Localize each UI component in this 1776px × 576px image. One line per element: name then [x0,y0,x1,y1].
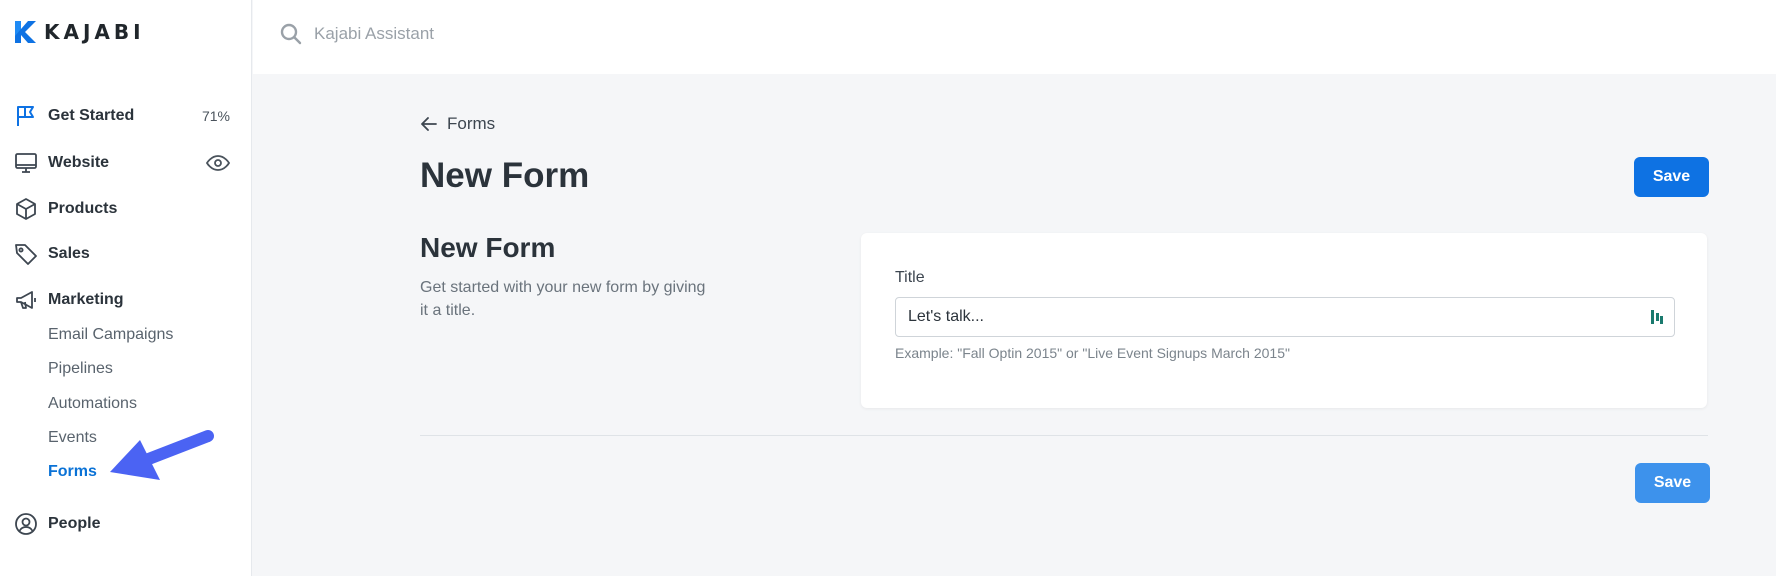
box-icon [13,196,39,222]
sidebar-subitem-events[interactable]: Events [48,429,97,447]
sidebar-subitem-forms[interactable]: Forms [48,463,97,481]
sidebar-subitem-pipelines[interactable]: Pipelines [48,360,113,378]
sidebar-item-get-started[interactable]: Get Started 71% [0,98,252,134]
sidebar-subitem-email-campaigns[interactable]: Email Campaigns [48,326,173,344]
progress-badge: 71% [201,108,230,124]
back-link-label: Forms [447,114,496,133]
sidebar-item-label: People [48,515,101,532]
sidebar-item-label: Products [48,200,118,217]
section-divider [420,435,1708,436]
eye-icon[interactable] [206,151,230,175]
sidebar-item-products[interactable]: Products [0,191,252,227]
save-button-bottom[interactable]: Save [1635,463,1710,503]
sidebar-subitem-automations[interactable]: Automations [48,395,137,413]
title-field-label: Title [895,269,925,286]
kajabi-logo-icon [15,21,36,43]
writing-assistant-icon[interactable] [1650,309,1664,325]
sidebar-item-marketing[interactable]: Marketing [0,282,252,318]
sidebar-item-label: Sales [48,245,90,262]
kajabi-logo-text: KAJABI [44,20,145,44]
tag-icon [13,241,39,267]
search-icon [280,23,302,45]
title-input[interactable] [908,298,1628,336]
user-circle-icon [13,511,39,537]
sidebar-item-label: Get Started [48,107,135,124]
assistant-search-input[interactable] [314,20,814,48]
sidebar-item-website[interactable]: Website [0,145,252,181]
sidebar-item-sales[interactable]: Sales [0,236,252,272]
title-field-hint: Example: "Fall Optin 2015" or "Live Even… [895,345,1290,361]
annotation-arrow-icon [110,430,214,480]
sidebar: KAJABI Get Started 71% Website Products … [0,0,252,576]
megaphone-icon [13,287,39,313]
save-button-top[interactable]: Save [1634,157,1709,197]
form-settings-card: Title Example: "Fall Optin 2015" or "Liv… [861,233,1707,408]
monitor-icon [13,150,39,176]
title-field-wrapper [895,297,1675,337]
sidebar-item-label: Marketing [48,291,124,308]
section-title: New Form [420,232,556,263]
back-to-forms-link[interactable]: Forms [420,114,495,134]
page-title: New Form [420,156,590,195]
sidebar-item-people[interactable]: People [0,506,252,542]
sidebar-item-label: Website [48,154,110,171]
flag-icon [13,103,39,129]
kajabi-logo[interactable]: KAJABI [14,20,145,44]
section-description: Get started with your new form by giving… [420,279,706,319]
arrow-left-icon [421,117,437,131]
